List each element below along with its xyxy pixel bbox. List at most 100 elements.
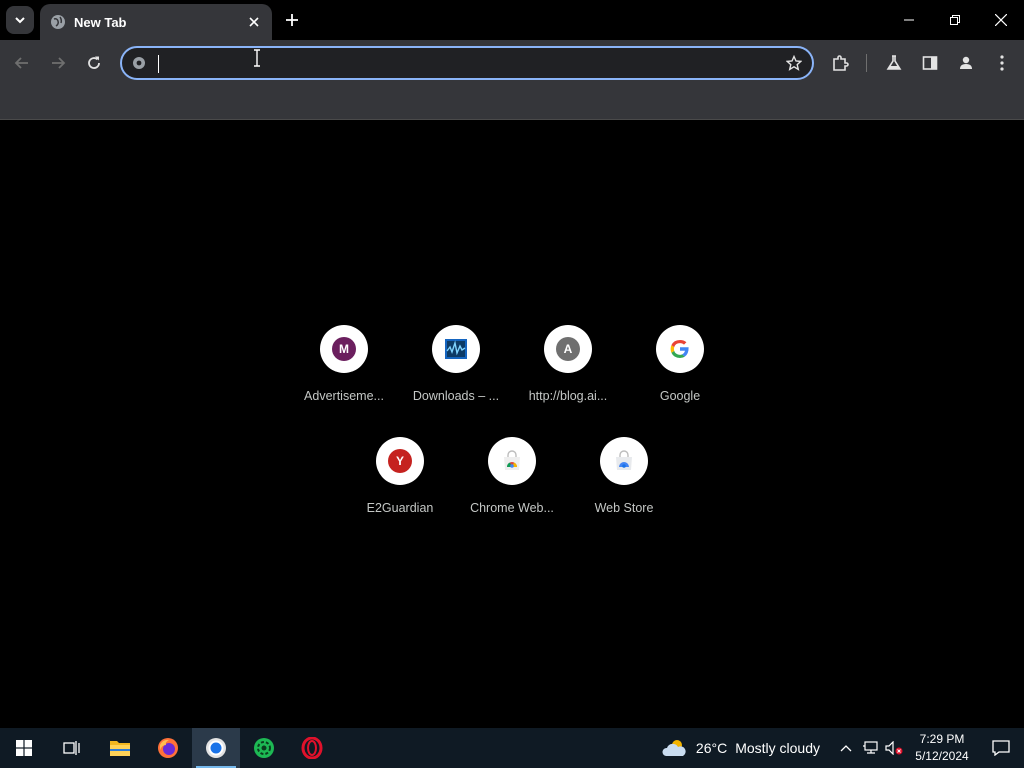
arrow-left-icon xyxy=(14,57,28,69)
chrome-web-store-icon xyxy=(504,450,520,470)
monitor-graph-icon xyxy=(445,339,467,359)
shortcut-icon: Y xyxy=(376,437,424,485)
bookmark-star-icon[interactable] xyxy=(786,55,802,71)
puzzle-icon xyxy=(833,55,849,71)
shortcut-label: Advertiseme... xyxy=(304,389,384,403)
weather-text: Mostly cloudy xyxy=(735,740,820,756)
notification-icon xyxy=(992,740,1010,756)
side-panel-icon xyxy=(922,56,938,70)
close-icon xyxy=(995,14,1007,26)
shortcut-label: E2Guardian xyxy=(366,501,434,515)
notifications-button[interactable] xyxy=(978,728,1024,768)
windows-logo-icon xyxy=(16,740,32,756)
chevron-up-icon xyxy=(840,745,852,752)
task-view-button[interactable] xyxy=(48,728,96,768)
tab-new-tab[interactable]: New Tab xyxy=(40,4,272,40)
shortcut-icon xyxy=(432,325,480,373)
network-button[interactable] xyxy=(858,728,882,768)
cloudy-icon xyxy=(662,740,686,756)
shortcut-label: Chrome Web... xyxy=(470,501,554,515)
shortcut-label: Web Store xyxy=(594,501,654,515)
weather-temp: 26°C xyxy=(695,740,728,756)
system-tray: 26°C Mostly cloudy 7:29 PM 5/12/2024 xyxy=(662,728,1024,768)
firefox-button[interactable] xyxy=(144,728,192,768)
menu-button[interactable] xyxy=(988,49,1016,77)
show-hidden-icons-button[interactable] xyxy=(834,728,858,768)
chevron-down-icon xyxy=(15,17,25,24)
flask-icon xyxy=(886,55,902,70)
network-icon xyxy=(863,741,878,754)
shortcut-web-store[interactable]: Web Store xyxy=(568,437,680,541)
shortcut-icon: A xyxy=(544,325,592,373)
back-button[interactable] xyxy=(8,49,36,77)
close-window-button[interactable] xyxy=(978,0,1024,40)
shortcut-label: http://blog.ai... xyxy=(528,389,608,403)
shortcut-label: Google xyxy=(659,389,701,403)
bookmarks-bar xyxy=(0,86,1024,120)
shortcut-google[interactable]: Google xyxy=(624,325,736,429)
arrow-right-icon xyxy=(52,57,66,69)
volume-button[interactable] xyxy=(882,728,906,768)
shortcut-blog[interactable]: A http://blog.ai... xyxy=(512,325,624,429)
shortcut-chrome-web-store[interactable]: Chrome Web... xyxy=(456,437,568,541)
text-cursor-icon xyxy=(254,49,260,67)
tab-search-button[interactable] xyxy=(6,6,34,34)
minimize-button[interactable] xyxy=(886,0,932,40)
restore-button[interactable] xyxy=(932,0,978,40)
plus-icon xyxy=(286,14,298,26)
clock-time: 7:29 PM xyxy=(919,732,965,746)
letter-y-icon: Y xyxy=(388,449,412,473)
address-bar[interactable] xyxy=(120,46,814,80)
labs-button[interactable] xyxy=(880,49,908,77)
title-bar: New Tab xyxy=(0,0,1024,40)
clock-date: 5/12/2024 xyxy=(915,749,969,763)
new-tab-page: M Advertiseme... Downloads – ... A http:… xyxy=(0,121,1024,728)
opera-button[interactable] xyxy=(288,728,336,768)
person-icon xyxy=(960,56,972,69)
chrome-icon xyxy=(206,738,226,758)
shortcut-icon xyxy=(488,437,536,485)
google-g-icon xyxy=(670,340,689,358)
extensions-button[interactable] xyxy=(826,49,854,77)
minimize-icon xyxy=(904,19,914,21)
file-explorer-button[interactable] xyxy=(96,728,144,768)
close-icon xyxy=(249,17,259,27)
opera-icon xyxy=(301,737,323,759)
forward-button[interactable] xyxy=(44,49,72,77)
shortcut-advertisements[interactable]: M Advertiseme... xyxy=(288,325,400,429)
tab-title: New Tab xyxy=(74,14,127,30)
shortcut-icon xyxy=(656,325,704,373)
toolbar-divider xyxy=(866,54,867,72)
new-tab-button[interactable] xyxy=(280,8,304,32)
clock[interactable]: 7:29 PM 5/12/2024 xyxy=(906,731,978,765)
letter-m-icon: M xyxy=(332,337,356,361)
side-panel-button[interactable] xyxy=(916,49,944,77)
weather-widget[interactable]: 26°C Mostly cloudy xyxy=(662,738,820,758)
task-view-icon xyxy=(63,741,80,755)
reload-button[interactable] xyxy=(80,49,108,77)
taskbar: 26°C Mostly cloudy 7:29 PM 5/12/2024 xyxy=(0,728,1024,768)
shortcut-e2guardian[interactable]: Y E2Guardian xyxy=(344,437,456,541)
shortcut-icon xyxy=(600,437,648,485)
reload-icon xyxy=(88,56,100,69)
globe-icon xyxy=(51,15,65,29)
shortcut-icon: M xyxy=(320,325,368,373)
chrome-logo-icon xyxy=(133,57,145,69)
green-gear-icon xyxy=(254,738,274,758)
app-green-button[interactable] xyxy=(240,728,288,768)
restore-icon xyxy=(950,15,960,25)
more-vertical-icon xyxy=(1000,55,1004,71)
firefox-icon xyxy=(158,738,178,758)
chrome-button[interactable] xyxy=(192,728,240,768)
volume-muted-icon xyxy=(885,741,903,755)
web-store-icon xyxy=(616,450,632,470)
letter-a-icon: A xyxy=(556,337,580,361)
profile-button[interactable] xyxy=(952,49,980,77)
shortcut-tiles: M Advertiseme... Downloads – ... A http:… xyxy=(288,325,736,549)
close-tab-button[interactable] xyxy=(246,14,262,30)
shortcut-label: Downloads – ... xyxy=(412,389,500,403)
folder-icon xyxy=(110,741,130,756)
start-button[interactable] xyxy=(0,728,48,768)
shortcut-downloads[interactable]: Downloads – ... xyxy=(400,325,512,429)
text-caret xyxy=(158,55,159,73)
